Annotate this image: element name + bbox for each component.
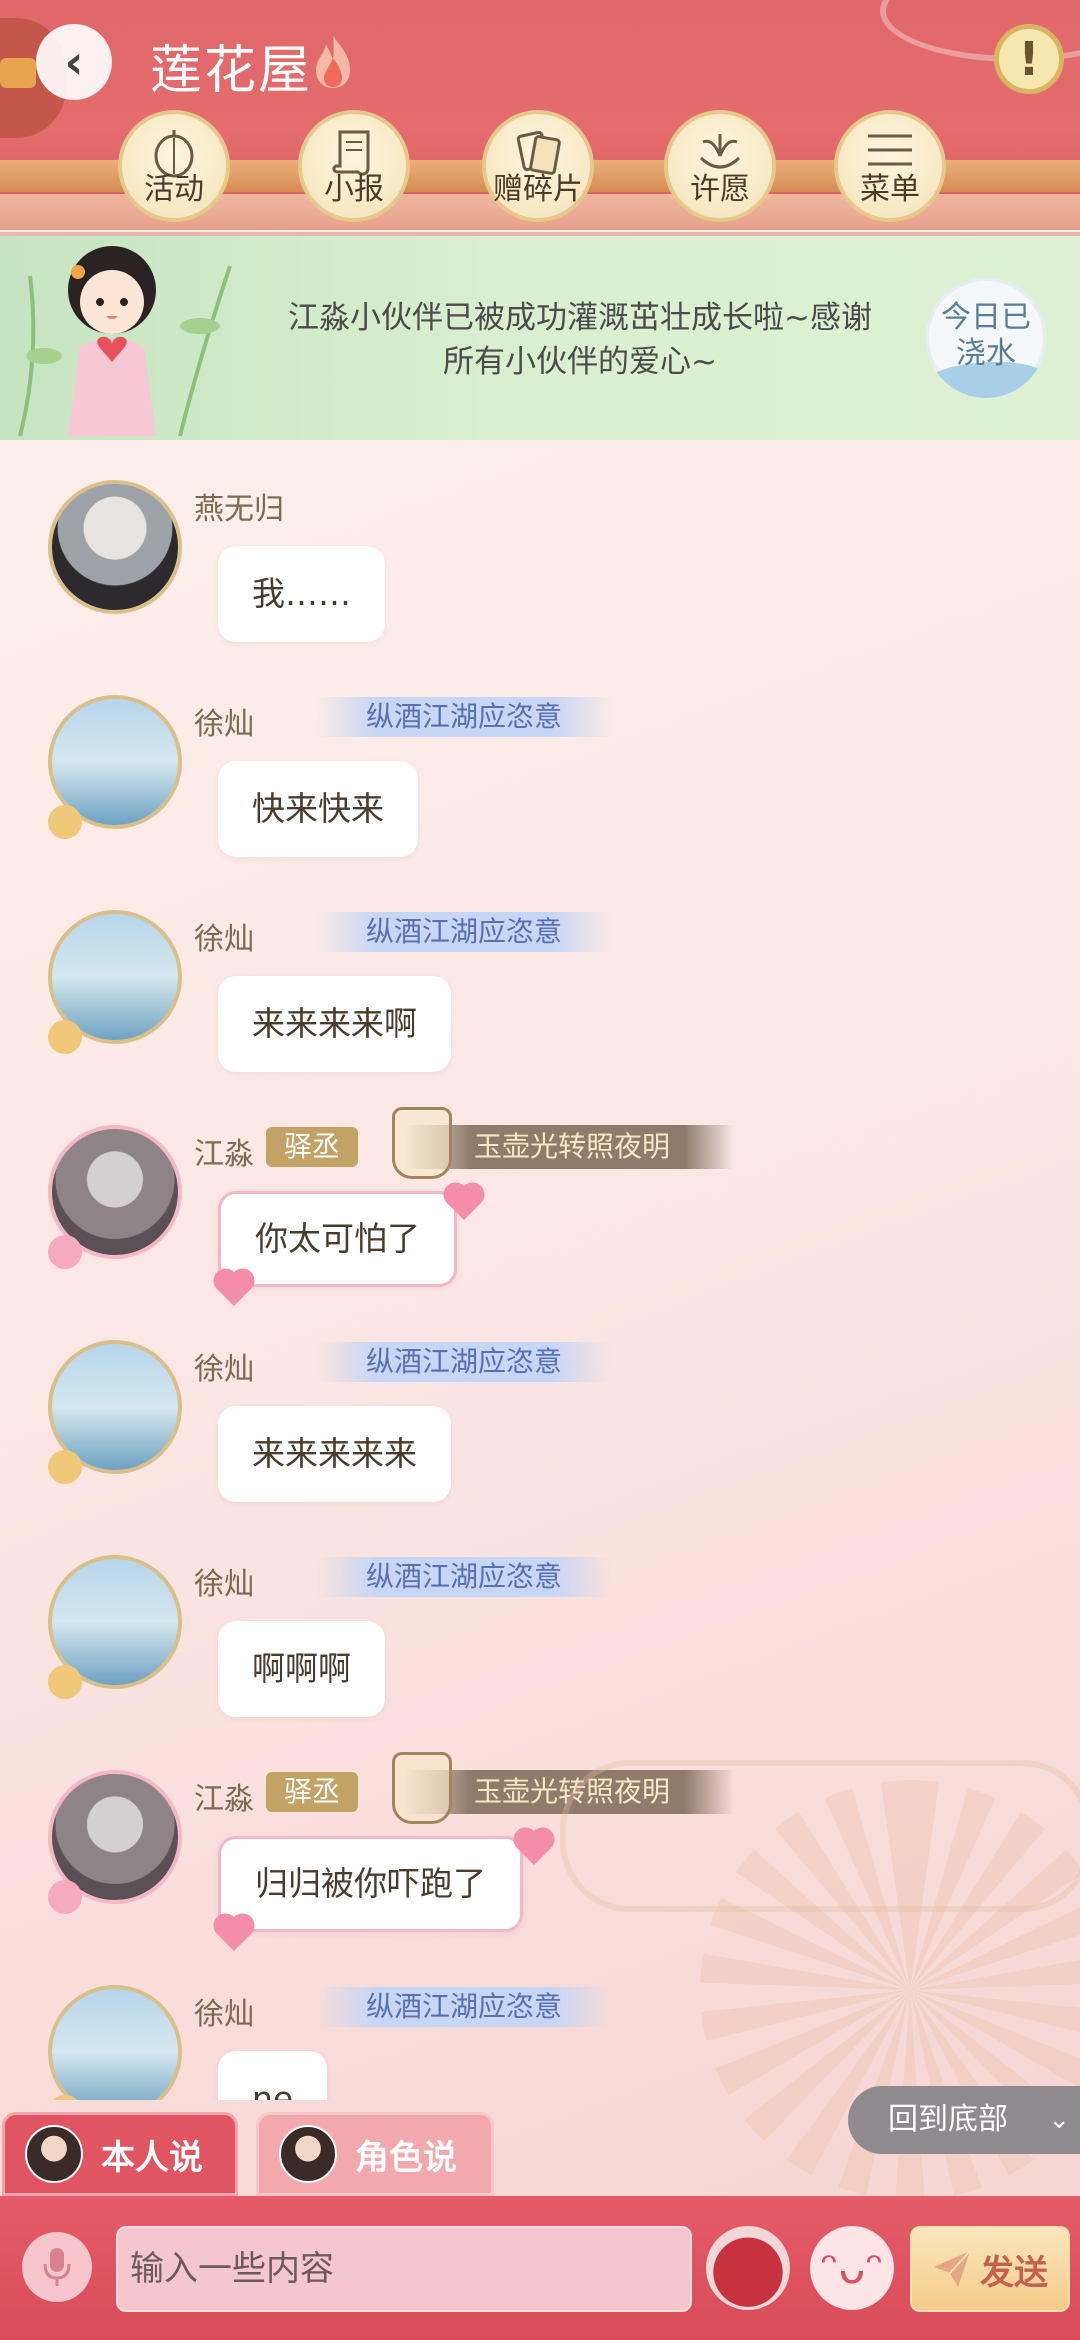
- nav-label: 菜单: [860, 172, 920, 207]
- chevron-left-icon: ‹: [64, 35, 84, 89]
- lantern-icon: [392, 1752, 452, 1824]
- player-title-tag: 纵酒江湖应恣意: [316, 912, 612, 952]
- sender-name: 徐灿: [194, 1352, 254, 1387]
- room-title: 莲花屋: [150, 41, 313, 101]
- avatar[interactable]: [48, 1985, 182, 2100]
- message-bubble[interactable]: 快来快来: [218, 761, 418, 857]
- message-bubble[interactable]: 你太可怕了: [218, 1191, 457, 1287]
- flower-badge-icon: [48, 1880, 82, 1914]
- frame-title-tag: 玉壶光转照夜明: [404, 1125, 734, 1169]
- flower-badge-icon: [48, 1665, 82, 1699]
- microphone-icon: [43, 2248, 71, 2286]
- nav-label: 小报: [324, 172, 384, 207]
- flower-badge-icon: [48, 1020, 82, 1054]
- double-chevron-down-icon: ⌄: [1048, 2105, 1070, 2135]
- paper-plane-icon: [934, 2250, 971, 2287]
- nav-label: 许愿: [690, 172, 750, 207]
- player-title-tag: 纵酒江湖应恣意: [316, 1342, 612, 1382]
- nav-label: 活动: [144, 172, 204, 207]
- mascot-illustration: [18, 246, 232, 437]
- message-bubble[interactable]: ne: [218, 2051, 328, 2100]
- chat-message: 徐灿 纵酒江湖应恣意 来来来来啊: [0, 870, 1080, 1080]
- flower-badge-icon: [48, 1235, 82, 1269]
- chat-message: 徐灿 纵酒江湖应恣意 来来来来来: [0, 1300, 1080, 1510]
- announcement-text: 江淼小伙伴已被成功灌溉茁壮成长啦~感谢 所有小伙伴的爱心~: [288, 300, 872, 380]
- sender-name: 徐灿: [194, 1997, 254, 2032]
- sender-name: 江淼: [194, 1137, 254, 1172]
- fire-icon: [316, 36, 350, 88]
- send-button[interactable]: 发送: [910, 2226, 1070, 2312]
- lantern-icon: [392, 1107, 452, 1179]
- message-bubble[interactable]: 来来来来啊: [218, 976, 451, 1072]
- player-title-tag: 纵酒江湖应恣意: [316, 1987, 612, 2027]
- gift-bag-button[interactable]: [706, 2226, 790, 2310]
- sender-name: 徐灿: [194, 922, 254, 957]
- message-bubble[interactable]: 我……: [218, 546, 385, 642]
- sender-name: 徐灿: [194, 1567, 254, 1602]
- avatar: [25, 2125, 83, 2183]
- tab-label: 角色说: [355, 2137, 457, 2178]
- flower-badge-icon: [48, 1450, 82, 1484]
- exclamation-icon: !: [1018, 32, 1040, 86]
- flower-badge-icon: [48, 805, 82, 839]
- message-bubble[interactable]: 归归被你吓跑了: [218, 1836, 523, 1932]
- rank-badge: 驿丞: [266, 1127, 358, 1167]
- tab-self-speak[interactable]: 本人说: [2, 2112, 238, 2196]
- chat-message: 徐灿 纵酒江湖应恣意 啊啊啊: [0, 1515, 1080, 1725]
- nav-menu-button[interactable]: 菜单: [834, 110, 946, 222]
- voice-input-button[interactable]: [22, 2232, 92, 2302]
- chat-message: 徐灿 纵酒江湖应恣意 快来快来: [0, 655, 1080, 865]
- back-to-bottom-label: 回到底部: [888, 2102, 1008, 2137]
- chat-message: 燕无归 我……: [0, 440, 1080, 650]
- message-bubble[interactable]: 啊啊啊: [218, 1621, 385, 1717]
- nav-news-button[interactable]: 小报: [298, 110, 410, 222]
- tab-label: 本人说: [101, 2137, 203, 2178]
- sender-name: 燕无归: [194, 492, 284, 527]
- nav-label: 赠碎片: [493, 172, 583, 207]
- back-to-bottom-button[interactable]: 回到底部 ⌄: [848, 2086, 1080, 2154]
- avatar[interactable]: [48, 480, 182, 614]
- sender-name: 徐灿: [194, 707, 254, 742]
- room-header: ‹ 莲花屋 ! 活动 小报 赠碎片 许愿 菜单: [0, 0, 1080, 230]
- avatar: [279, 2125, 337, 2183]
- watered-today-badge[interactable]: 今日已 浇水: [926, 278, 1046, 398]
- sender-name: 江淼: [194, 1782, 254, 1817]
- announcement-banner: 江淼小伙伴已被成功灌溉茁壮成长啦~感谢 所有小伙伴的爱心~ 今日已 浇水: [0, 232, 1080, 440]
- input-bar: ᵔᴗᵔ 发送: [0, 2196, 1080, 2340]
- watered-today-label: 今日已 浇水: [941, 300, 1031, 371]
- smiley-icon: ᵔᴗᵔ: [820, 2242, 884, 2294]
- nav-gift-fragments-button[interactable]: 赠碎片: [482, 110, 594, 222]
- send-label: 发送: [980, 2252, 1048, 2293]
- rank-badge: 驿丞: [266, 1772, 358, 1812]
- message-bubble[interactable]: 来来来来来: [218, 1406, 451, 1502]
- back-button[interactable]: ‹: [36, 24, 112, 100]
- nav-activity-button[interactable]: 活动: [118, 110, 230, 222]
- message-input[interactable]: [116, 2226, 692, 2312]
- nav-wish-button[interactable]: 许愿: [664, 110, 776, 222]
- emoji-button[interactable]: ᵔᴗᵔ: [810, 2226, 894, 2310]
- report-button[interactable]: !: [994, 24, 1064, 94]
- player-title-tag: 纵酒江湖应恣意: [316, 1557, 612, 1597]
- tab-role-speak[interactable]: 角色说: [256, 2112, 494, 2196]
- chat-message: 江淼 驿丞 玉壶光转照夜明 你太可怕了: [0, 1085, 1080, 1306]
- player-title-tag: 纵酒江湖应恣意: [316, 697, 612, 737]
